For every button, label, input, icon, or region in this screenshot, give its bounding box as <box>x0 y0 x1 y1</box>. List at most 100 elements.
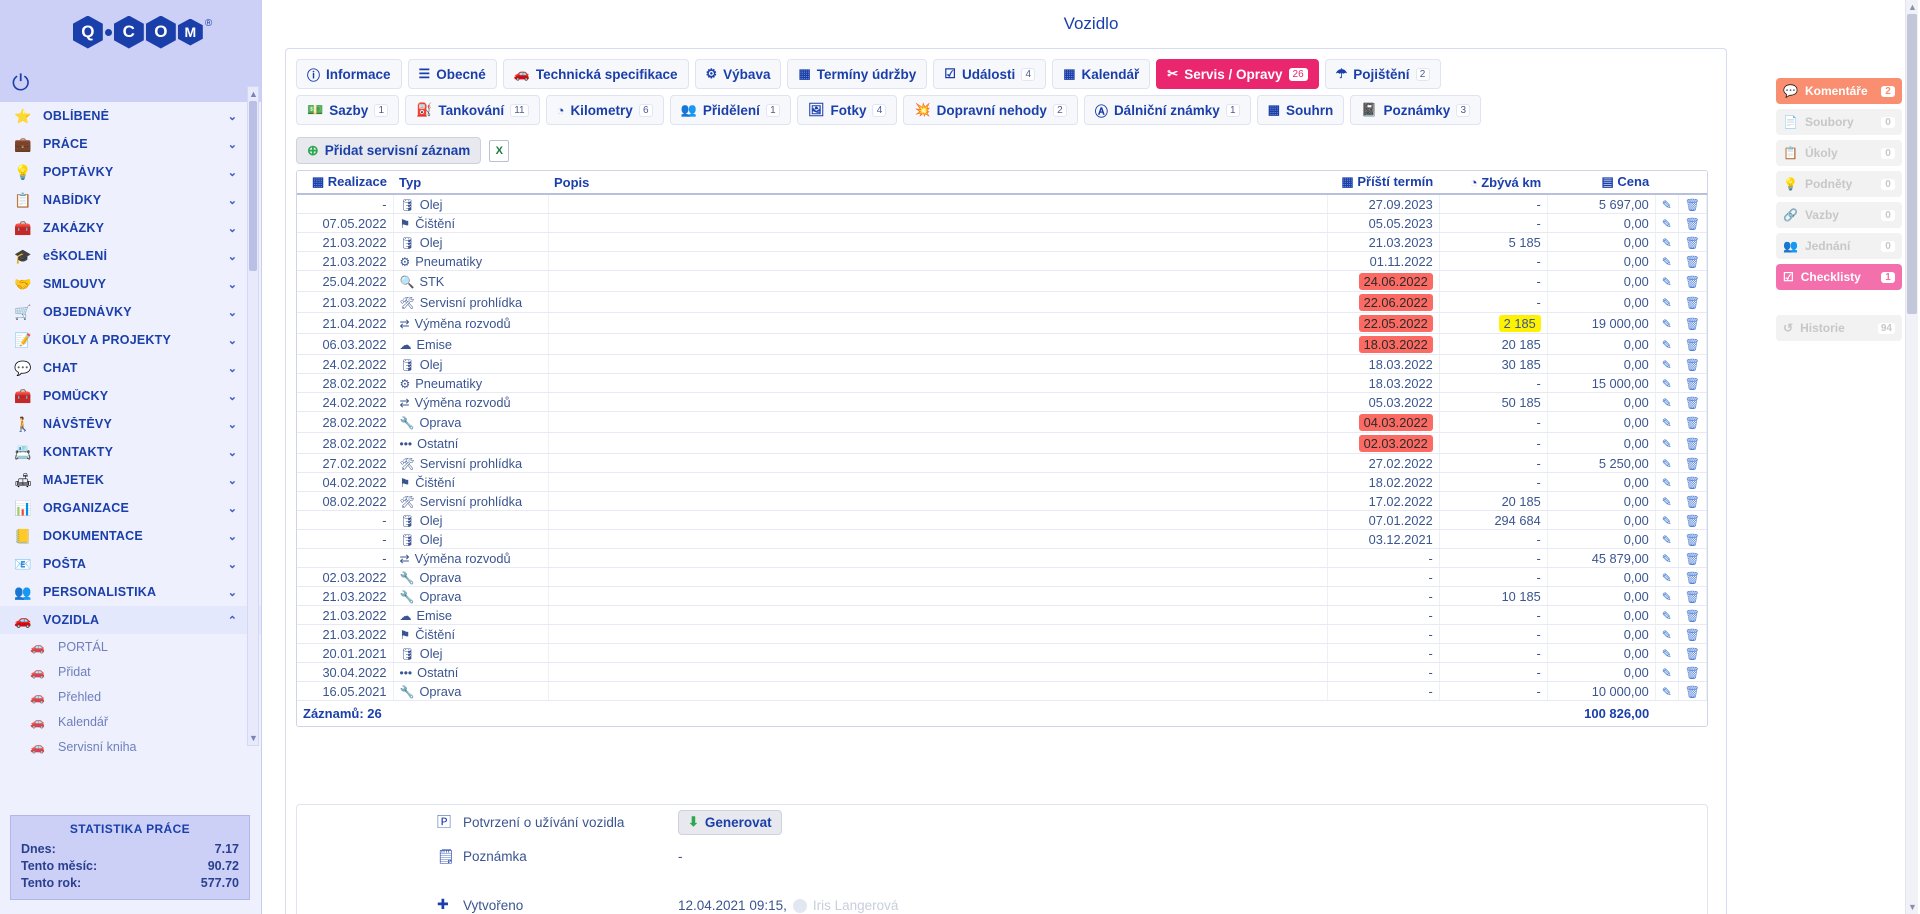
chevron-down-icon[interactable]: ⌄ <box>228 474 237 487</box>
tab-fotky[interactable]: 🖼 Fotky 4 <box>796 95 898 125</box>
chevron-down-icon[interactable]: ⌄ <box>228 418 237 431</box>
row-delete-button[interactable]: 🗑 <box>1678 270 1707 292</box>
row-delete-button[interactable]: 🗑 <box>1678 411 1707 433</box>
scroll-up-arrow[interactable]: ▲ <box>249 89 258 99</box>
table-row[interactable]: 02.03.2022 🔧 Oprava - -0,00 ✎ 🗑 <box>297 567 1707 587</box>
scroll-down-arrow[interactable]: ▼ <box>249 733 258 743</box>
tab-d-lni-n-zn-mky[interactable]: Ⓐ Dálniční známky 1 <box>1083 95 1251 125</box>
main-scrollbar[interactable]: ▲ ▼ <box>1905 0 1918 914</box>
row-edit-button[interactable]: ✎ <box>1655 643 1679 663</box>
table-row[interactable]: - 🛢 Olej 27.09.2023-5 697,00 ✎ 🗑 <box>297 194 1707 214</box>
power-icon[interactable]: ⏻ <box>12 72 29 94</box>
row-delete-button[interactable]: 🗑 <box>1678 624 1707 644</box>
row-edit-button[interactable]: ✎ <box>1655 213 1679 233</box>
table-row[interactable]: 25.04.2022 🔍 STK 24.06.2022 -0,00 ✎ 🗑 <box>297 270 1707 292</box>
tab-sazby[interactable]: 💵 Sazby 1 <box>296 95 400 125</box>
tab-v-bava[interactable]: ⚙ Výbava <box>694 59 782 89</box>
row-delete-button[interactable]: 🗑 <box>1678 529 1707 549</box>
row-edit-button[interactable]: ✎ <box>1655 333 1679 355</box>
row-delete-button[interactable]: 🗑 <box>1678 662 1707 682</box>
sidebar-item-e-kolen-[interactable]: 🎓 eŠKOLENÍ ⌄ <box>0 242 261 270</box>
tab-technick-specifikace[interactable]: 🚗 Technická specifikace <box>502 59 689 89</box>
chevron-down-icon[interactable]: ⌄ <box>228 166 237 179</box>
table-row[interactable]: 28.02.2022 ••• Ostatní 02.03.2022 -0,00 ✎ 🗑 <box>297 432 1707 454</box>
row-delete-button[interactable]: 🗑 <box>1678 354 1707 374</box>
row-delete-button[interactable]: 🗑 <box>1678 392 1707 412</box>
sidebar-subitem-port-l[interactable]: 🚗 PORTÁL <box>0 634 261 659</box>
row-delete-button[interactable]: 🗑 <box>1678 567 1707 587</box>
row-edit-button[interactable]: ✎ <box>1655 548 1679 568</box>
tab-kalend-[interactable]: ▦ Kalendář <box>1052 59 1151 89</box>
row-delete-button[interactable]: 🗑 <box>1678 432 1707 454</box>
add-service-record-button[interactable]: ⊕ Přidat servisní záznam <box>296 137 482 164</box>
row-edit-button[interactable]: ✎ <box>1655 392 1679 412</box>
sidebar-item-objedn-vky[interactable]: 🛒 OBJEDNÁVKY ⌄ <box>0 298 261 326</box>
table-row[interactable]: 08.02.2022 🛠 Servisní prohlídka 17.02.2022 2… <box>297 491 1707 511</box>
sidebar-item-pom-cky[interactable]: 🧰 POMŮCKY ⌄ <box>0 382 261 410</box>
generate-button[interactable]: ⬇ Generovat <box>678 809 782 835</box>
sidebar-item-organizace[interactable]: 📊 ORGANIZACE ⌄ <box>0 494 261 522</box>
main-scroll-thumb[interactable] <box>1907 14 1917 314</box>
tab-kilometry[interactable]: ◔ Kilometry 6 <box>545 95 664 125</box>
main-scroll-up-arrow[interactable]: ▲ <box>1908 2 1917 12</box>
row-delete-button[interactable]: 🗑 <box>1678 453 1707 473</box>
sidebar-item-smlouvy[interactable]: 🤝 SMLOUVY ⌄ <box>0 270 261 298</box>
row-edit-button[interactable]: ✎ <box>1655 194 1679 214</box>
sidebar-subitem-p-ehled[interactable]: 🚗 Přehled <box>0 684 261 709</box>
table-row[interactable]: - ⇄ Výměna rozvodů - -45 879,00 ✎ 🗑 <box>297 548 1707 568</box>
row-edit-button[interactable]: ✎ <box>1655 491 1679 511</box>
table-row[interactable]: 04.02.2022 ⚑ Čištění 18.02.2022 -0,00 ✎ 🗑 <box>297 472 1707 492</box>
row-delete-button[interactable]: 🗑 <box>1678 472 1707 492</box>
chevron-down-icon[interactable]: ⌄ <box>228 138 237 151</box>
table-row[interactable]: 06.03.2022 ☁ Emise 18.03.2022 20 185 0,00 ✎ 🗑 <box>297 333 1707 355</box>
sidebar-subitem-p-idat[interactable]: 🚗 Přidat <box>0 659 261 684</box>
table-row[interactable]: 28.02.2022 🔧 Oprava 04.03.2022 -0,00 ✎ 🗑 <box>297 411 1707 433</box>
row-delete-button[interactable]: 🗑 <box>1678 643 1707 663</box>
row-edit-button[interactable]: ✎ <box>1655 312 1679 334</box>
chevron-down-icon[interactable]: ⌄ <box>228 334 237 347</box>
table-row[interactable]: 24.02.2022 ⇄ Výměna rozvodů 05.03.2022 50 18… <box>297 392 1707 412</box>
tab-informace[interactable]: ⓘ Informace <box>296 59 402 89</box>
row-delete-button[interactable]: 🗑 <box>1678 586 1707 606</box>
main-scroll-down-arrow[interactable]: ▼ <box>1908 902 1917 912</box>
chevron-up-icon[interactable]: ⌃ <box>228 614 237 627</box>
rail-item-koment-e[interactable]: 💬 Komentáře 2 <box>1776 78 1902 104</box>
sidebar-item--koly-a-projekty[interactable]: 📝 ÚKOLY A PROJEKTY ⌄ <box>0 326 261 354</box>
col-realizace[interactable]: ▦ Realizace <box>297 171 393 195</box>
table-row[interactable]: 16.05.2021 🔧 Oprava - -10 000,00 ✎ 🗑 <box>297 681 1707 701</box>
sidebar-scrollbar[interactable]: ▲ ▼ <box>247 86 259 746</box>
row-edit-button[interactable]: ✎ <box>1655 567 1679 587</box>
col-typ[interactable]: Typ <box>393 171 548 195</box>
row-edit-button[interactable]: ✎ <box>1655 411 1679 433</box>
row-delete-button[interactable]: 🗑 <box>1678 548 1707 568</box>
col-pristi-termin[interactable]: ▦ Příští termín <box>1327 171 1440 195</box>
rail-item-soubory[interactable]: 📄 Soubory 0 <box>1776 109 1902 135</box>
table-row[interactable]: 30.04.2022 ••• Ostatní - -0,00 ✎ 🗑 <box>297 662 1707 682</box>
sidebar-item-zak-zky[interactable]: 🧰 ZAKÁZKY ⌄ <box>0 214 261 242</box>
row-delete-button[interactable]: 🗑 <box>1678 333 1707 355</box>
chevron-down-icon[interactable]: ⌄ <box>228 446 237 459</box>
table-row[interactable]: 20.01.2021 🛢 Olej - -0,00 ✎ 🗑 <box>297 643 1707 663</box>
col-cena[interactable]: ▤ Cena <box>1547 171 1656 195</box>
row-delete-button[interactable]: 🗑 <box>1678 194 1707 214</box>
table-row[interactable]: 27.02.2022 🛠 Servisní prohlídka 27.02.2022 -… <box>297 453 1707 473</box>
tab-dopravn-nehody[interactable]: 💥 Dopravní nehody 2 <box>903 95 1078 125</box>
table-row[interactable]: 21.03.2022 ⚙ Pneumatiky 01.11.2022 -0,00 ✎ 🗑 <box>297 251 1707 271</box>
tab-tankov-n-[interactable]: ⛽ Tankování 11 <box>405 95 540 125</box>
sidebar-item-majetek[interactable]: 🛋 MAJETEK ⌄ <box>0 466 261 494</box>
sidebar-item-n-v-t-vy[interactable]: 🚶 NÁVŠTĚVY ⌄ <box>0 410 261 438</box>
row-edit-button[interactable]: ✎ <box>1655 232 1679 252</box>
sidebar-item-personalistika[interactable]: 👥 PERSONALISTIKA ⌄ <box>0 578 261 606</box>
chevron-down-icon[interactable]: ⌄ <box>228 278 237 291</box>
row-edit-button[interactable]: ✎ <box>1655 453 1679 473</box>
chevron-down-icon[interactable]: ⌄ <box>228 530 237 543</box>
row-delete-button[interactable]: 🗑 <box>1678 373 1707 393</box>
row-delete-button[interactable]: 🗑 <box>1678 213 1707 233</box>
rail-item-podn-ty[interactable]: 💡 Podněty 0 <box>1776 171 1902 197</box>
col-popis[interactable]: Popis <box>548 171 1328 195</box>
row-delete-button[interactable]: 🗑 <box>1678 491 1707 511</box>
row-edit-button[interactable]: ✎ <box>1655 510 1679 530</box>
row-edit-button[interactable]: ✎ <box>1655 662 1679 682</box>
table-row[interactable]: 28.02.2022 ⚙ Pneumatiky 18.03.2022 -15 000,0… <box>297 373 1707 393</box>
export-excel-button[interactable]: X <box>489 139 510 162</box>
